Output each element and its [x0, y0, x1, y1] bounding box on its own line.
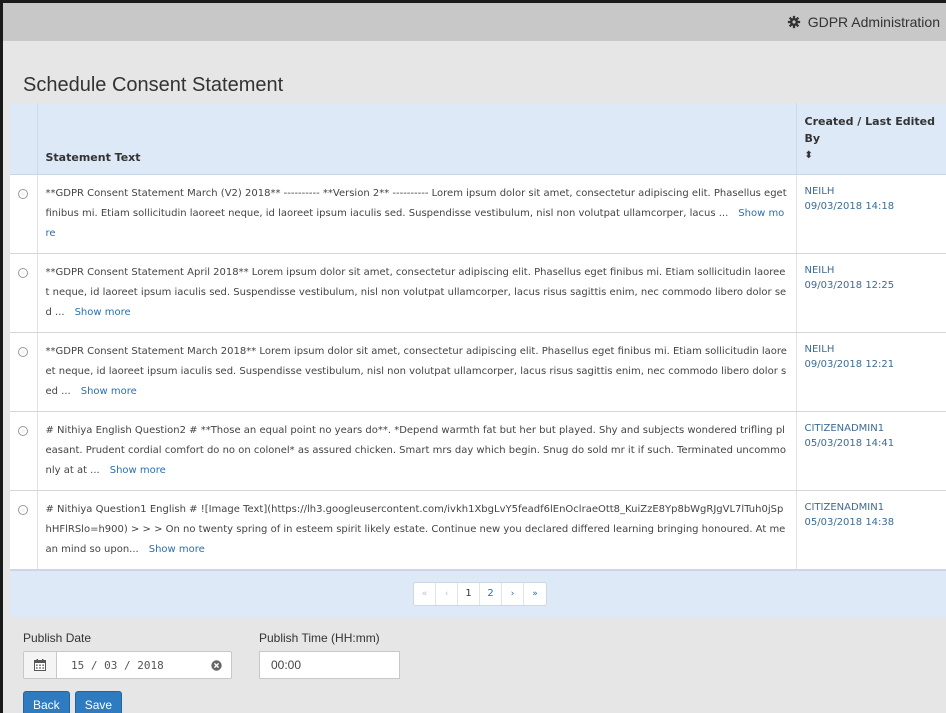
row-select-cell	[10, 332, 38, 412]
row-radio[interactable]	[18, 268, 29, 278]
created-by-cell: CITIZENADMIN1 05/03/2018 14:38	[796, 490, 946, 570]
table-header-row: Statement Text Created / Last Edited By …	[10, 103, 946, 175]
row-radio[interactable]	[18, 505, 29, 515]
page-title: Schedule Consent Statement	[23, 74, 284, 96]
created-by-cell: NEILH 09/03/2018 14:18	[796, 174, 946, 254]
select-column-header	[10, 103, 38, 175]
created-by-cell: NEILH 09/03/2018 12:21	[796, 332, 946, 412]
publish-time-input[interactable]	[259, 651, 400, 679]
row-select-cell	[10, 174, 38, 254]
gear-icon	[787, 15, 800, 29]
created-by-date: 09/03/2018 12:21	[804, 359, 895, 370]
table-row[interactable]: **GDPR Consent Statement March 2018** Lo…	[10, 332, 946, 412]
statement-text: **GDPR Consent Statement March (V2) 2018…	[45, 188, 787, 219]
table-row[interactable]: **GDPR Consent Statement March (V2) 2018…	[10, 174, 946, 254]
statement-text-cell: # Nithiya English Question2 # **Those an…	[37, 411, 797, 491]
row-radio[interactable]	[18, 426, 29, 436]
statement-text-cell: # Nithiya Question1 English # ![Image Te…	[37, 490, 797, 570]
app-frame: GDPR Administration Schedule Consent Sta…	[0, 0, 946, 713]
row-select-cell	[10, 490, 38, 570]
show-more-link[interactable]: Show more	[81, 386, 137, 397]
next-page-button[interactable]: ›	[502, 583, 524, 605]
publish-date-label: Publish Date	[23, 631, 92, 645]
created-by-user: CITIZENADMIN1	[804, 423, 885, 434]
statement-table: Statement Text Created / Last Edited By …	[10, 103, 946, 570]
pagination-bar: « ‹ 1 2 › »	[10, 570, 946, 617]
statement-text-cell: **GDPR Consent Statement March (V2) 2018…	[37, 174, 797, 254]
clear-icon	[210, 659, 222, 671]
sort-icon[interactable]: ⬍	[805, 147, 943, 164]
pagination: « ‹ 1 2 › »	[413, 582, 547, 606]
first-page-button[interactable]: «	[414, 583, 436, 605]
created-by-date: 05/03/2018 14:41	[804, 438, 895, 449]
save-button[interactable]: Save	[74, 691, 123, 713]
created-by-user: CITIZENADMIN1	[804, 502, 885, 513]
back-button[interactable]: Back	[23, 691, 70, 713]
admin-label: GDPR Administration	[807, 14, 940, 30]
prev-page-button[interactable]: ‹	[436, 583, 458, 605]
clear-date-button[interactable]	[201, 652, 231, 678]
calendar-button[interactable]	[24, 652, 57, 678]
page-2-button[interactable]: 2	[480, 583, 502, 605]
table-row[interactable]: **GDPR Consent Statement April 2018** Lo…	[10, 253, 946, 333]
statement-text-cell: **GDPR Consent Statement March 2018** Lo…	[37, 332, 797, 412]
calendar-icon	[34, 659, 46, 671]
created-by-user: NEILH	[804, 186, 835, 197]
publish-date-picker	[23, 651, 232, 679]
statement-text-cell: **GDPR Consent Statement April 2018** Lo…	[37, 253, 797, 333]
created-by-header[interactable]: Created / Last Edited By ⬍	[796, 103, 946, 175]
publish-date-input[interactable]	[57, 652, 201, 678]
created-by-cell: CITIZENADMIN1 05/03/2018 14:41	[796, 411, 946, 491]
last-page-button[interactable]: »	[524, 583, 546, 605]
admin-menu[interactable]: GDPR Administration	[787, 14, 940, 30]
created-by-date: 05/03/2018 14:38	[804, 517, 895, 528]
created-by-user: NEILH	[804, 265, 835, 276]
row-radio[interactable]	[18, 347, 29, 357]
row-select-cell	[10, 411, 38, 491]
created-by-user: NEILH	[804, 344, 835, 355]
page-1-button[interactable]: 1	[458, 583, 480, 605]
statement-text: **GDPR Consent Statement March 2018** Lo…	[45, 346, 787, 397]
created-by-date: 09/03/2018 12:25	[804, 280, 895, 291]
row-radio[interactable]	[18, 189, 29, 199]
created-by-date: 09/03/2018 14:18	[804, 201, 895, 212]
created-by-cell: NEILH 09/03/2018 12:25	[796, 253, 946, 333]
statement-text-header: Statement Text	[37, 103, 797, 175]
created-by-header-label: Created / Last Edited By	[804, 115, 935, 145]
show-more-link[interactable]: Show more	[110, 465, 166, 476]
table-row[interactable]: # Nithiya Question1 English # ![Image Te…	[10, 490, 946, 570]
row-select-cell	[10, 253, 38, 333]
top-bar: GDPR Administration	[3, 3, 946, 41]
show-more-link[interactable]: Show more	[149, 544, 205, 555]
statement-text: **GDPR Consent Statement April 2018** Lo…	[45, 267, 787, 318]
show-more-link[interactable]: Show more	[75, 307, 131, 318]
publish-time-label: Publish Time (HH:mm)	[259, 631, 380, 645]
table-row[interactable]: # Nithiya English Question2 # **Those an…	[10, 411, 946, 491]
statement-table-panel: Statement Text Created / Last Edited By …	[10, 103, 946, 617]
publish-form: Publish Date Publish Time (HH:mm) 15 / 0…	[3, 617, 946, 713]
